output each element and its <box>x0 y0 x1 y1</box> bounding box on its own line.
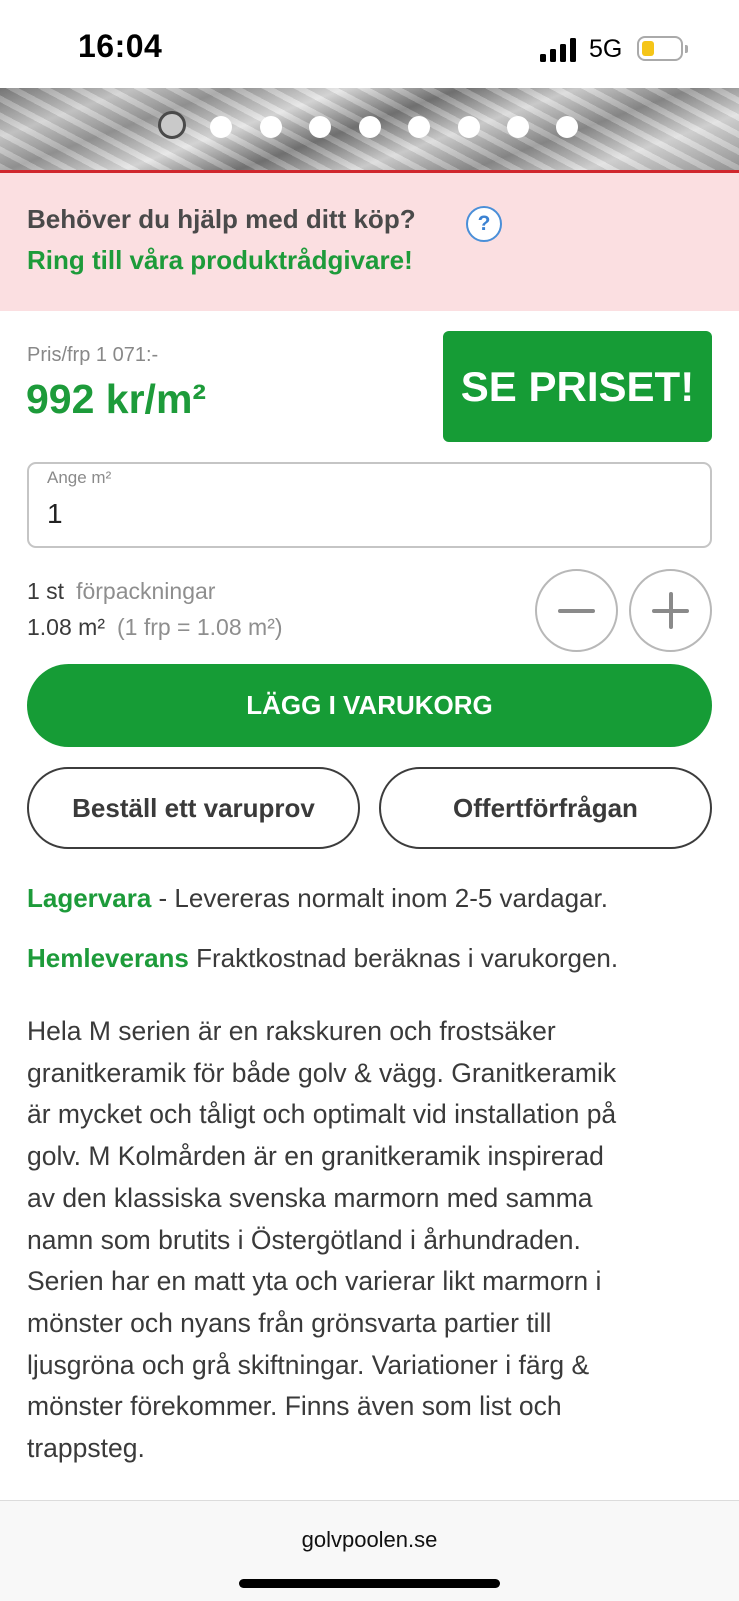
description-line: av den klassiska svenska marmorn med sam… <box>27 1182 593 1213</box>
home-delivery: Hemleverans Fraktkostnad beräknas i varu… <box>27 943 618 974</box>
carousel-dot[interactable] <box>408 116 430 138</box>
stock-text: - Levereras normalt inom 2-5 vardagar. <box>151 883 608 913</box>
stock-label: Lagervara <box>27 883 152 913</box>
package-count-unit: förpackningar <box>76 578 216 604</box>
decrease-button[interactable] <box>535 569 618 652</box>
description-line: Serien har en matt yta och varierar likt… <box>27 1266 602 1297</box>
network-type: 5G <box>589 35 623 63</box>
package-area-per-pack: (1 frp = 1.08 m²) <box>116 614 283 640</box>
home-delivery-text: Fraktkostnad beräknas i varukorgen. <box>188 943 619 973</box>
description-line: trappsteg. <box>27 1433 145 1464</box>
description-line: Hela M serien är en rakskuren och frosts… <box>27 1016 556 1046</box>
package-area: 1.08 m² (1 frp = 1.08 m²) <box>27 614 283 641</box>
carousel-dot[interactable] <box>309 116 331 138</box>
description-line: ljusgröna och grå skiftningar. Variation… <box>27 1349 590 1380</box>
battery-icon <box>637 36 688 61</box>
carousel-indicators <box>0 111 739 145</box>
package-count: 1 st förpackningar <box>27 578 215 605</box>
price-per-m2: 992 kr/m² <box>26 376 207 422</box>
increase-button[interactable] <box>629 569 712 652</box>
status-bar: 16:04 5G <box>0 0 739 88</box>
order-sample-button[interactable]: Beställ ett varuprov <box>27 767 360 849</box>
minus-icon <box>558 609 595 613</box>
m2-input-value[interactable]: 1 <box>47 498 63 530</box>
m2-input-field[interactable]: Ange m² 1 <box>27 462 712 548</box>
url-text[interactable]: golvpoolen.se <box>0 1527 739 1553</box>
signal-icon <box>540 38 578 62</box>
stock-status: Lagervara - Levereras normalt inom 2-5 v… <box>27 883 608 914</box>
carousel-dot[interactable] <box>458 116 480 138</box>
carousel-dot[interactable] <box>556 116 578 138</box>
carousel-dot-active[interactable] <box>158 111 186 139</box>
product-description: Hela M serien är en rakskuren och frosts… <box>27 1011 727 1470</box>
package-area-value: 1.08 m² <box>27 614 105 640</box>
description-line: mönster förekommer. Finns även som list … <box>27 1391 562 1422</box>
description-line: namn som brutits i Östergötland i århund… <box>27 1224 581 1255</box>
carousel-dot[interactable] <box>210 116 232 138</box>
help-question: Behöver du hjälp med ditt köp? <box>27 204 416 234</box>
home-indicator[interactable] <box>239 1579 500 1588</box>
quote-request-button[interactable]: Offertförfrågan <box>379 767 712 849</box>
browser-address-bar[interactable]: golvpoolen.se <box>0 1500 739 1601</box>
help-banner: Behöver du hjälp med ditt köp? ? Ring ti… <box>0 173 739 311</box>
m2-input-label: Ange m² <box>47 468 112 487</box>
package-count-value: 1 st <box>27 578 65 604</box>
see-price-button[interactable]: SE PRISET! <box>443 331 712 442</box>
description-line: golv. M Kolmården är en granitkeramik in… <box>27 1141 604 1172</box>
carousel-dot[interactable] <box>359 116 381 138</box>
description-line: mönster och nyans från grönsvarta partie… <box>27 1307 552 1338</box>
clock: 16:04 <box>78 28 163 64</box>
call-advisors-link[interactable]: Ring till våra produktrådgivare! <box>27 245 413 276</box>
package-price: Pris/frp 1 071:- <box>27 344 159 366</box>
carousel-dot[interactable] <box>260 116 282 138</box>
description-line: granitkeramik för både golv & vägg. Gran… <box>27 1057 617 1088</box>
question-icon[interactable]: ? <box>466 206 502 242</box>
home-delivery-label: Hemleverans <box>27 943 189 973</box>
description-line: är mycket och tåligt och optimalt vid in… <box>27 1099 617 1130</box>
carousel-dot[interactable] <box>507 116 529 138</box>
add-to-cart-button[interactable]: LÄGG I VARUKORG <box>27 664 712 747</box>
